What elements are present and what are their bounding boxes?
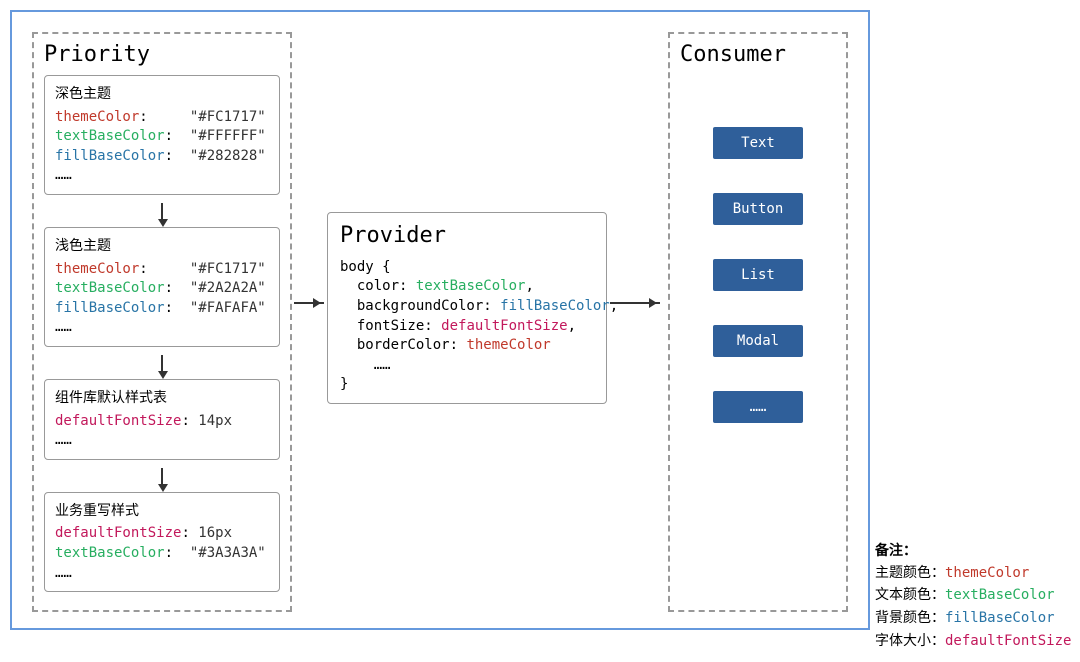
token-key: textBaseColor (55, 545, 165, 561)
theme-prop-line: fillBaseColor: "#282828" (55, 147, 269, 167)
legend-label: 背景颜色： (875, 609, 945, 625)
css-token: defaultFontSize (441, 318, 567, 334)
css-decl-line: color: textBaseColor, (340, 277, 594, 297)
ellipsis: …… (55, 166, 269, 186)
priority-section: Priority 深色主题themeColor: "#FC1717"textBa… (32, 32, 292, 612)
theme-prop-line: fillBaseColor: "#FAFAFA" (55, 299, 269, 319)
theme-prop-line: themeColor: "#FC1717" (55, 260, 269, 280)
token-value: "#FAFAFA" (190, 300, 266, 316)
css-decl-line: fontSize: defaultFontSize, (340, 317, 594, 337)
consumer-component-modal: Modal (713, 325, 803, 357)
legend-row: 字体大小：defaultFontSize (875, 630, 1071, 653)
priority-theme-box: 组件库默认样式表 defaultFontSize: 14px…… (44, 379, 280, 460)
theme-box-title: 浅色主题 (55, 236, 269, 256)
provider-title: Provider (340, 221, 594, 252)
css-selector-close: } (340, 375, 594, 395)
legend-row: 主题颜色：themeColor (875, 562, 1071, 585)
token-key: textBaseColor (55, 128, 165, 144)
priority-title: Priority (44, 42, 280, 67)
legend-label: 字体大小： (875, 632, 945, 648)
token-value: "#282828" (190, 148, 266, 164)
provider-box: Provider body { color: textBaseColor, ba… (327, 212, 607, 404)
css-selector-open: body { (340, 258, 594, 278)
token-key: textBaseColor (55, 280, 165, 296)
priority-theme-box: 业务重写样式 defaultFontSize: 16pxtextBaseColor… (44, 492, 280, 592)
theme-prop-line: defaultFontSize: 16px (55, 524, 269, 544)
consumer-component-text: Text (713, 127, 803, 159)
consumer-component-button: Button (713, 193, 803, 225)
ellipsis: …… (340, 356, 594, 376)
consumer-section: Consumer Text Button List Modal …… (668, 32, 848, 612)
css-decl-line: backgroundColor: fillBaseColor, (340, 297, 594, 317)
css-prop: backgroundColor (357, 298, 483, 314)
consumer-component-list: List (713, 259, 803, 291)
token-key: defaultFontSize (55, 525, 181, 541)
css-prop: fontSize (357, 318, 424, 334)
css-token: fillBaseColor (500, 298, 610, 314)
token-value: "#FC1717" (190, 261, 266, 277)
legend-label: 主题颜色： (875, 564, 945, 580)
legend-row: 背景颜色：fillBaseColor (875, 607, 1071, 630)
theme-prop-line: defaultFontSize: 14px (55, 412, 269, 432)
theme-box-title: 深色主题 (55, 84, 269, 104)
css-token: themeColor (466, 337, 550, 353)
ellipsis: …… (55, 318, 269, 338)
ellipsis: …… (55, 564, 269, 584)
priority-theme-box: 浅色主题 themeColor: "#FC1717"textBaseColor: … (44, 227, 280, 347)
theme-box-title: 组件库默认样式表 (55, 388, 269, 408)
arrow-down-icon (44, 353, 280, 379)
arrow-down-icon (44, 201, 280, 227)
token-key: fillBaseColor (55, 300, 165, 316)
arrow-provider-to-consumer (610, 302, 660, 304)
css-decl-line: borderColor: themeColor (340, 336, 594, 356)
legend-token: fillBaseColor (945, 610, 1055, 626)
consumer-component-……: …… (713, 391, 803, 423)
legend-token: defaultFontSize (945, 633, 1071, 649)
css-token: textBaseColor (416, 278, 526, 294)
legend-label: 文本颜色： (875, 586, 945, 602)
css-prop: color (357, 278, 399, 294)
arrow-down-icon (44, 466, 280, 492)
diagram-frame: Priority 深色主题themeColor: "#FC1717"textBa… (10, 10, 870, 630)
token-value: "#3A3A3A" (190, 545, 266, 561)
ellipsis: …… (55, 431, 269, 451)
theme-prop-line: textBaseColor: "#2A2A2A" (55, 279, 269, 299)
theme-prop-line: textBaseColor: "#3A3A3A" (55, 544, 269, 564)
token-value: "#FFFFFF" (190, 128, 266, 144)
token-value: 16px (198, 525, 232, 541)
legend-header: 备注： (875, 540, 1071, 562)
legend: 备注： 主题颜色：themeColor文本颜色：textBaseColor背景颜… (875, 540, 1071, 652)
priority-theme-box: 深色主题 themeColor: "#FC1717"textBaseColor: … (44, 75, 280, 195)
legend-row: 文本颜色：textBaseColor (875, 584, 1071, 607)
token-key: defaultFontSize (55, 413, 181, 429)
theme-prop-line: themeColor: "#FC1717" (55, 108, 269, 128)
consumer-title: Consumer (680, 42, 836, 67)
css-prop: borderColor (357, 337, 450, 353)
token-value: "#2A2A2A" (190, 280, 266, 296)
theme-box-title: 业务重写样式 (55, 501, 269, 521)
token-key: themeColor (55, 109, 139, 125)
arrow-priority-to-provider (294, 302, 324, 304)
token-value: "#FC1717" (190, 109, 266, 125)
token-key: themeColor (55, 261, 139, 277)
token-key: fillBaseColor (55, 148, 165, 164)
token-value: 14px (198, 413, 232, 429)
legend-token: textBaseColor (945, 587, 1055, 603)
theme-prop-line: textBaseColor: "#FFFFFF" (55, 127, 269, 147)
legend-token: themeColor (945, 565, 1029, 581)
